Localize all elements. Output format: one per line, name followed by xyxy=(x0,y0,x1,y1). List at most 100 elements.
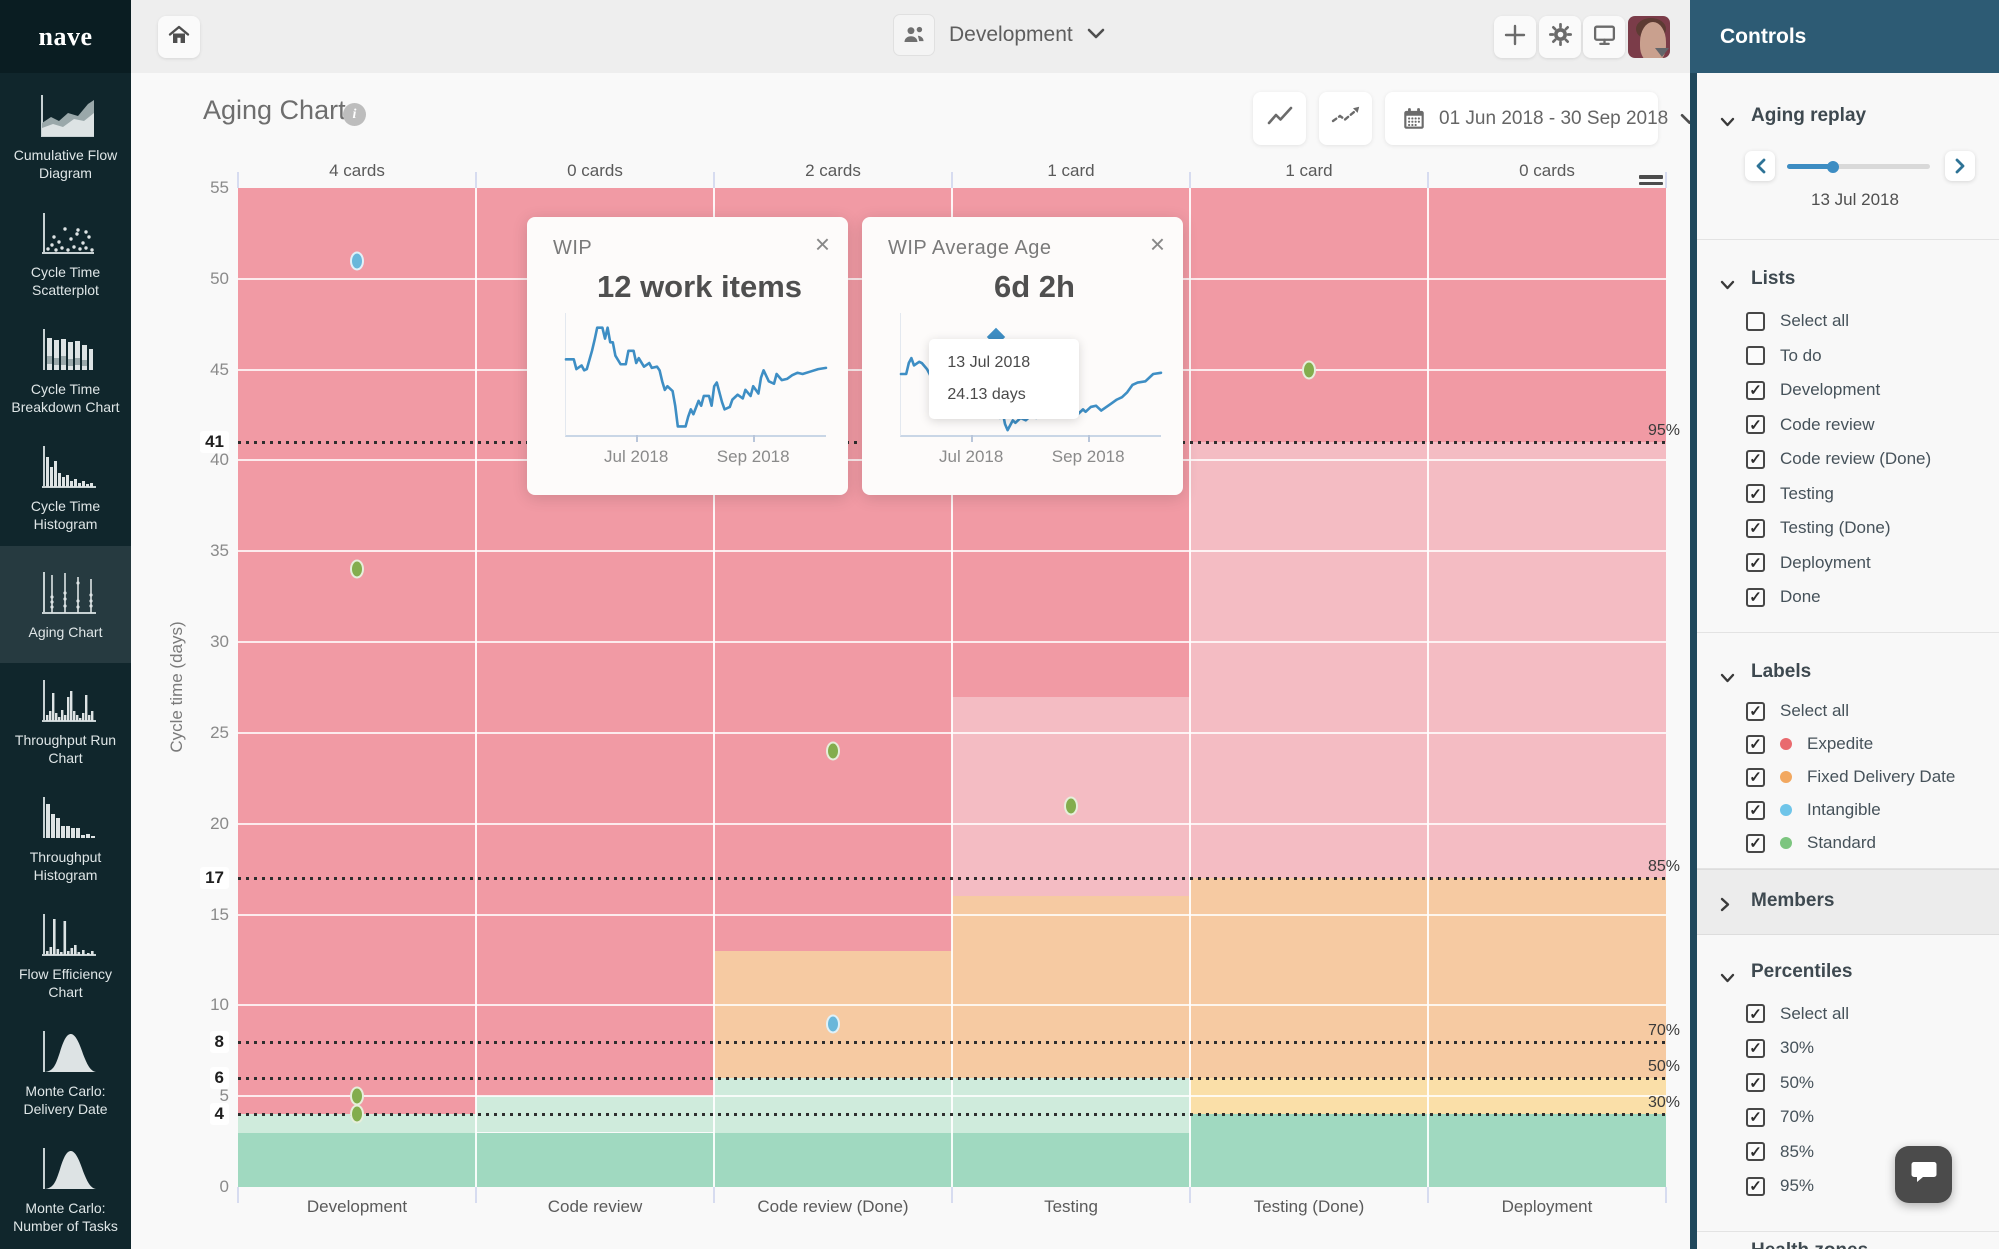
checkbox-checked[interactable]: ✓ xyxy=(1746,1039,1765,1058)
checkbox-row[interactable]: To do xyxy=(1690,339,1999,374)
checkbox-checked[interactable]: ✓ xyxy=(1746,519,1765,538)
sidebar-item-aging-chart[interactable]: Aging Chart xyxy=(0,546,131,663)
column-separator xyxy=(1189,188,1191,1187)
health-zones-header[interactable]: Health zones xyxy=(1690,1238,1999,1249)
checkbox-checked[interactable]: ✓ xyxy=(1746,735,1765,754)
lists-header[interactable]: Lists xyxy=(1690,266,1999,292)
checkbox-row[interactable]: ✓ Code review (Done) xyxy=(1690,442,1999,477)
checkbox-row[interactable]: ✓Testing (Done) xyxy=(1690,511,1999,546)
aging-replay-header[interactable]: Aging replay xyxy=(1690,103,1999,129)
sidebar-item-cycle-time[interactable]: Cycle Time Scatterplot xyxy=(0,195,131,312)
sidebar-item-label: Monte Carlo: Delivery Date xyxy=(23,1082,107,1118)
settings-button[interactable] xyxy=(1539,16,1581,58)
sidebar-item-monte-carlo-[interactable]: Monte Carlo: Number of Tasks xyxy=(0,1131,131,1248)
checkbox-checked[interactable]: ✓ xyxy=(1746,768,1765,787)
checkbox-row[interactable]: ✓Select all xyxy=(1690,997,1999,1032)
work-item-dot[interactable] xyxy=(350,251,364,270)
health-zone xyxy=(714,1133,952,1187)
close-icon[interactable]: × xyxy=(815,229,830,260)
column-boundary-tick xyxy=(1189,172,1191,188)
date-range-picker[interactable]: 01 Jun 2018 - 30 Sep 2018 xyxy=(1385,92,1658,145)
user-avatar[interactable] xyxy=(1628,16,1670,58)
checkbox-checked[interactable]: ✓ xyxy=(1746,1108,1765,1127)
checkbox-unchecked[interactable] xyxy=(1746,346,1765,365)
add-button[interactable] xyxy=(1494,16,1536,58)
checkbox-row[interactable]: ✓Done xyxy=(1690,580,1999,615)
checkbox-checked[interactable]: ✓ xyxy=(1746,381,1765,400)
sidebar-item-cycle-time[interactable]: Cycle Time Breakdown Chart xyxy=(0,312,131,429)
replay-slider-handle[interactable] xyxy=(1827,161,1839,173)
y-axis-tick: 25 xyxy=(210,723,229,743)
sidebar-item-monte-carlo-[interactable]: Monte Carlo: Delivery Date xyxy=(0,1014,131,1131)
checkbox-row[interactable]: Select all xyxy=(1690,304,1999,339)
checkbox-row[interactable]: ✓Expedite xyxy=(1690,728,1999,761)
checkbox-row[interactable]: ✓Select all xyxy=(1690,695,1999,728)
column-name: Testing (Done) xyxy=(1190,1197,1428,1217)
wip-average-age-popup: WIP Average Age × 6d 2h Jul 2018Sep 2018… xyxy=(862,217,1183,495)
checkbox-label: Intangible xyxy=(1807,800,1881,820)
checkbox-checked[interactable]: ✓ xyxy=(1746,702,1765,721)
checkbox-row[interactable]: ✓85% xyxy=(1690,1135,1999,1170)
checkbox-checked[interactable]: ✓ xyxy=(1746,1073,1765,1092)
work-item-dot[interactable] xyxy=(1064,796,1078,815)
checkbox-checked[interactable]: ✓ xyxy=(1746,415,1765,434)
info-icon[interactable]: i xyxy=(343,103,366,126)
sidebar-item-cycle-time[interactable]: Cycle Time Histogram xyxy=(0,429,131,546)
members-header[interactable]: Members xyxy=(1690,888,1999,914)
y-axis-tick: 35 xyxy=(210,541,229,561)
checkbox-checked[interactable]: ✓ xyxy=(1746,484,1765,503)
nave-logo[interactable]: nave xyxy=(0,0,131,73)
checkbox-row[interactable]: ✓Code review xyxy=(1690,408,1999,443)
checkbox-row[interactable]: ✓70% xyxy=(1690,1100,1999,1135)
board-selector[interactable]: Development xyxy=(893,14,1105,56)
checkbox-checked[interactable]: ✓ xyxy=(1746,1142,1765,1161)
checkbox-checked[interactable]: ✓ xyxy=(1746,553,1765,572)
checkbox-row[interactable]: ✓95% xyxy=(1690,1169,1999,1204)
checkbox-checked[interactable]: ✓ xyxy=(1746,801,1765,820)
checkbox-row[interactable]: ✓ 30% xyxy=(1690,1031,1999,1066)
checkbox-checked[interactable]: ✓ xyxy=(1746,588,1765,607)
sidebar-item-flow-efficiency[interactable]: Flow Efficiency Chart xyxy=(0,897,131,1014)
work-item-dot[interactable] xyxy=(826,742,840,761)
checkbox-label: Code review (Done) xyxy=(1780,449,1931,469)
checkbox-row[interactable]: ✓Fixed Delivery Date xyxy=(1690,761,1999,794)
replay-next-button[interactable] xyxy=(1945,151,1975,181)
home-button[interactable] xyxy=(158,16,200,58)
checkbox-checked[interactable]: ✓ xyxy=(1746,1004,1765,1023)
work-item-dot[interactable] xyxy=(826,1014,840,1033)
checkbox-label: 30% xyxy=(1780,1038,1814,1058)
checkbox-checked[interactable]: ✓ xyxy=(1746,1177,1765,1196)
sidebar-item-cumulative-flow[interactable]: Cumulative Flow Diagram xyxy=(0,78,131,195)
calendar-icon xyxy=(1401,106,1427,132)
display-button[interactable] xyxy=(1583,16,1625,58)
close-icon[interactable]: × xyxy=(1150,229,1165,260)
checkbox-row[interactable]: ✓Development xyxy=(1690,373,1999,408)
checkbox-row[interactable]: ✓Deployment xyxy=(1690,546,1999,581)
forecast-toggle-button[interactable] xyxy=(1319,92,1372,145)
work-item-dot[interactable] xyxy=(350,560,364,579)
area-chart-icon xyxy=(34,92,98,140)
replay-slider-track[interactable] xyxy=(1787,164,1930,169)
sidebar-item-throughput-run[interactable]: Throughput Run Chart xyxy=(0,663,131,780)
replay-prev-button[interactable] xyxy=(1745,151,1775,181)
checkbox-row[interactable]: ✓Standard xyxy=(1690,827,1999,860)
checkbox-unchecked[interactable] xyxy=(1746,312,1765,331)
checkbox-checked[interactable]: ✓ xyxy=(1746,450,1765,469)
checkbox-row[interactable]: ✓Testing xyxy=(1690,477,1999,512)
health-zone xyxy=(1428,442,1666,878)
line-chart-toggle-button[interactable] xyxy=(1253,92,1306,145)
chat-button[interactable] xyxy=(1895,1146,1952,1203)
labels-header[interactable]: Labels xyxy=(1690,659,1999,685)
work-item-dot[interactable] xyxy=(1302,360,1316,379)
y-axis-tick: 45 xyxy=(210,360,229,380)
work-item-dot[interactable] xyxy=(350,1105,364,1124)
checkbox-row[interactable]: ✓50% xyxy=(1690,1066,1999,1101)
checkbox-checked[interactable]: ✓ xyxy=(1746,834,1765,853)
column-boundary-tick xyxy=(1427,172,1429,188)
sidebar-item-throughput[interactable]: Throughput Histogram xyxy=(0,780,131,897)
chat-bubble-icon xyxy=(1910,1159,1938,1190)
checkbox-row[interactable]: ✓ Intangible xyxy=(1690,794,1999,827)
work-item-dot[interactable] xyxy=(350,1087,364,1106)
aging-replay-slider-row xyxy=(1690,151,1999,181)
percentiles-header[interactable]: Percentiles xyxy=(1690,959,1999,985)
